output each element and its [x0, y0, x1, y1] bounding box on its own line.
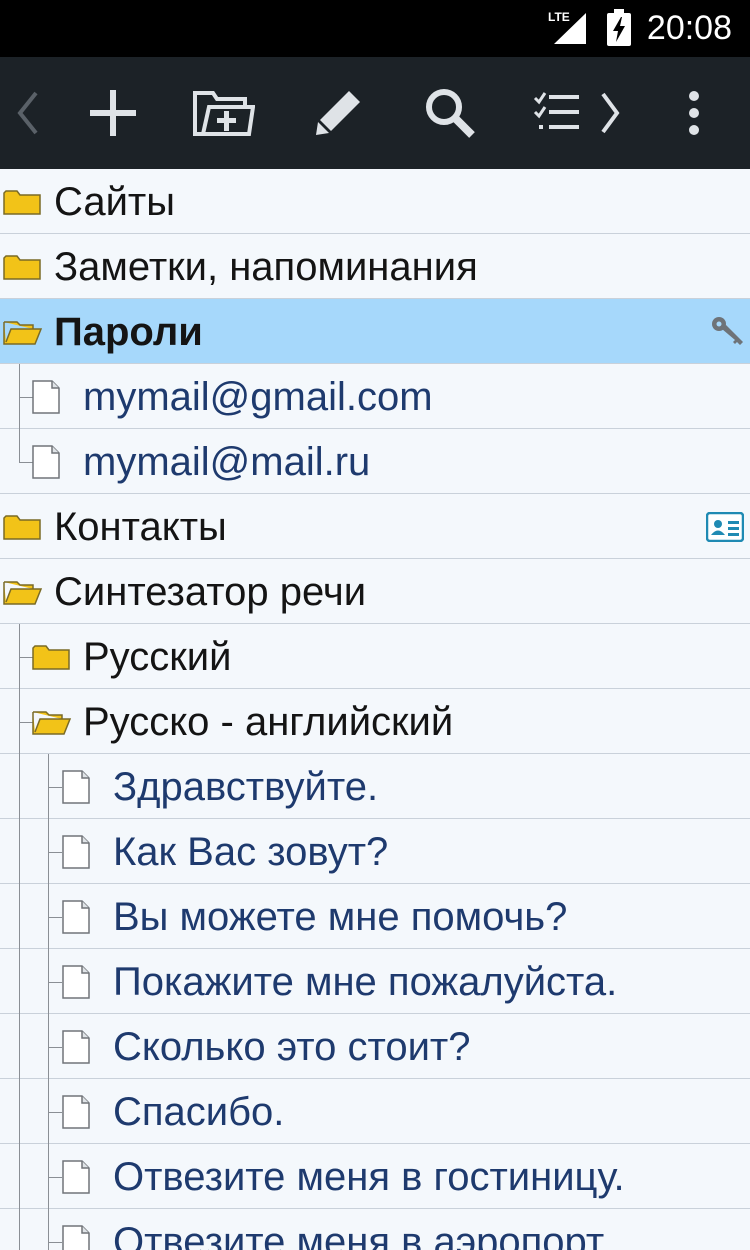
tree-connector — [19, 722, 33, 723]
battery-charging-icon — [607, 9, 631, 46]
folder-icon — [3, 255, 41, 280]
tree-connector — [19, 429, 20, 462]
tree-connector — [19, 397, 33, 398]
tree-item-label: mymail@gmail.com — [83, 375, 433, 419]
svg-text:LTE: LTE — [548, 10, 570, 24]
tree-item-note[interactable]: Вы можете мне помочь? — [0, 884, 750, 949]
tree-item-folder[interactable]: Синтезатор речи — [0, 559, 750, 624]
plus-icon — [90, 90, 136, 136]
pencil-icon — [316, 91, 360, 135]
tree-item-note[interactable]: mymail@mail.ru — [0, 429, 750, 494]
folder-add-icon — [193, 91, 255, 136]
search-button[interactable] — [420, 57, 480, 169]
tree-item-label: Русский — [83, 635, 232, 679]
add-folder-button[interactable] — [190, 57, 258, 169]
tree-item-label: mymail@mail.ru — [83, 440, 371, 484]
tree-connector — [48, 1112, 62, 1113]
tree-item-label: Отвезите меня в гостиницу. — [113, 1155, 625, 1199]
folder-open-icon — [3, 581, 43, 605]
tree-connector — [48, 1047, 62, 1048]
tree-connector — [48, 982, 62, 983]
tree-item-label: Вы можете мне помочь? — [113, 895, 568, 939]
more-vert-icon — [689, 91, 699, 135]
key-icon — [712, 317, 743, 345]
tree-item-label: Заметки, напоминания — [54, 245, 478, 289]
add-button[interactable] — [82, 57, 144, 169]
folder-open-icon — [3, 321, 43, 345]
contact-card-icon — [706, 512, 744, 542]
tree-item-label: Синтезатор речи — [54, 570, 367, 614]
checklist-icon — [533, 92, 620, 134]
tree-connector — [48, 1209, 49, 1250]
tree-item-label: Сайты — [54, 180, 175, 224]
tree-item-folder[interactable]: Заметки, напоминания — [0, 234, 750, 299]
tree-item-label: Сколько это стоит? — [113, 1025, 471, 1069]
lte-signal-icon: LTE — [548, 10, 586, 44]
toolbar — [0, 57, 750, 169]
tree-connector — [19, 949, 20, 1014]
tree-item-note[interactable]: Покажите мне пожалуйста. — [0, 949, 750, 1014]
tree-connector — [19, 1209, 20, 1250]
notes-tree: Сайты Заметки, напоминания Пароли mymail… — [0, 169, 750, 1250]
clock: 20:08 — [646, 9, 732, 47]
note-icon — [62, 1160, 90, 1194]
tree-item-folder[interactable]: Сайты — [0, 169, 750, 234]
tree-connector — [48, 852, 62, 853]
tree-item-folder[interactable]: Контакты — [0, 494, 750, 559]
tree-item-note[interactable]: Отвезите меня в аэропорт. — [0, 1209, 750, 1250]
tree-item-label: Как Вас зовут? — [113, 830, 389, 874]
tree-connector — [48, 917, 62, 918]
note-icon — [62, 1095, 90, 1129]
chevron-left-icon — [17, 91, 38, 135]
tree-connector — [19, 1079, 20, 1144]
tree-connector — [19, 754, 20, 819]
folder-open-icon — [32, 711, 72, 735]
tree-item-note[interactable]: Здравствуйте. — [0, 754, 750, 819]
tree-item-folder-selected[interactable]: Пароли — [0, 299, 750, 364]
tree-item-label: Спасибо. — [113, 1090, 285, 1134]
tree-item-label: Здравствуйте. — [113, 765, 379, 809]
tree-item-note[interactable]: Сколько это стоит? — [0, 1014, 750, 1079]
tree-connector — [19, 657, 33, 658]
tree-connector — [19, 819, 20, 884]
note-icon — [62, 965, 90, 999]
search-icon — [426, 89, 475, 138]
tree-item-folder[interactable]: Русско - английский — [0, 689, 750, 754]
tree-item-label: Отвезите меня в аэропорт. — [113, 1220, 611, 1250]
note-icon — [62, 1030, 90, 1064]
status-bar: LTE 20:08 — [0, 0, 750, 57]
note-icon — [62, 1225, 90, 1250]
tree-item-label: Контакты — [54, 505, 227, 549]
checklist-button[interactable] — [532, 57, 624, 169]
note-icon — [62, 900, 90, 934]
tree-item-label: Покажите мне пожалуйста. — [113, 960, 618, 1004]
tree-connector — [19, 1014, 20, 1079]
tree-connector — [19, 1144, 20, 1209]
note-icon — [62, 770, 90, 804]
tree-item-note[interactable]: Спасибо. — [0, 1079, 750, 1144]
tree-connector — [48, 787, 62, 788]
tree-item-label: Пароли — [54, 310, 203, 354]
note-icon — [32, 380, 60, 414]
note-icon — [32, 445, 60, 479]
folder-icon — [3, 515, 41, 540]
tree-connector — [48, 1242, 62, 1243]
tree-item-note[interactable]: mymail@gmail.com — [0, 364, 750, 429]
tree-connector — [19, 462, 33, 463]
tree-connector — [19, 884, 20, 949]
tree-connector — [48, 1177, 62, 1178]
note-icon — [62, 835, 90, 869]
folder-icon — [32, 645, 70, 670]
edit-button[interactable] — [310, 57, 366, 169]
more-button[interactable] — [674, 57, 714, 169]
tree-item-note[interactable]: Как Вас зовут? — [0, 819, 750, 884]
tree-item-folder[interactable]: Русский — [0, 624, 750, 689]
back-button[interactable] — [8, 57, 48, 169]
tree-item-note[interactable]: Отвезите меня в гостиницу. — [0, 1144, 750, 1209]
tree-item-label: Русско - английский — [83, 700, 454, 744]
folder-icon — [3, 190, 41, 215]
